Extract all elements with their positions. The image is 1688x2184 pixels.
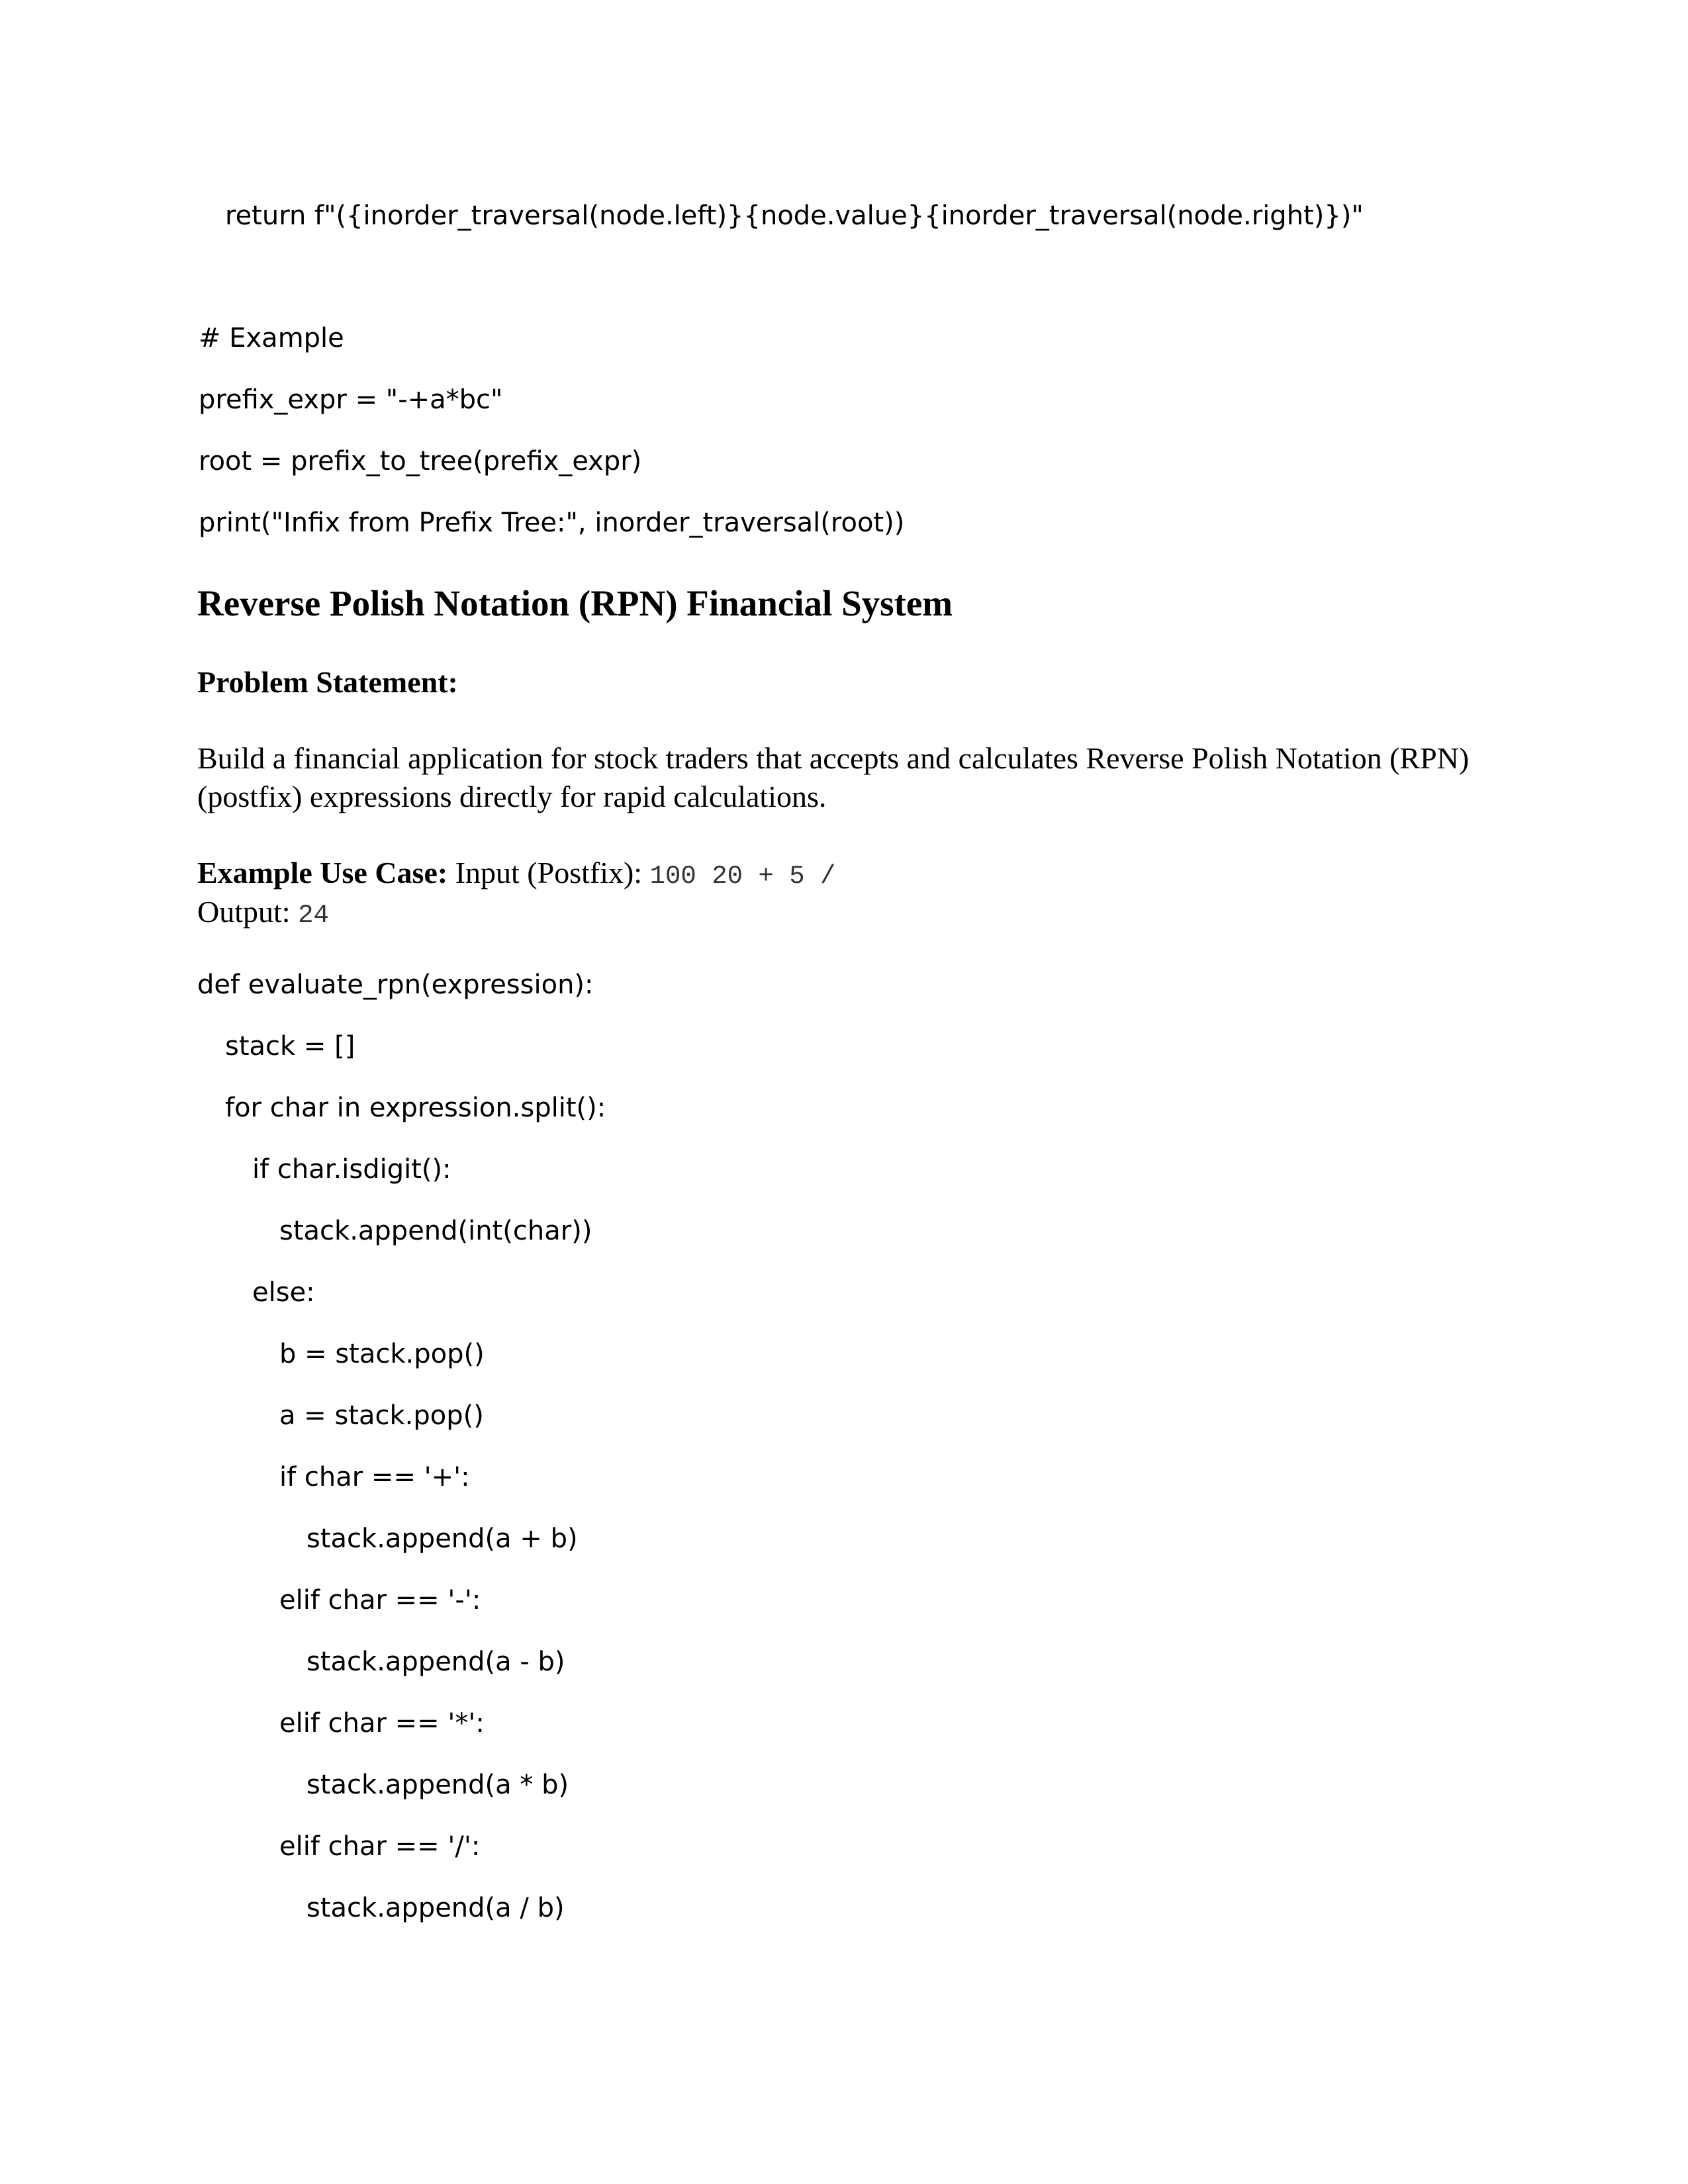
problem-statement: Build a financial application for stock … [197, 741, 1470, 813]
example-output: Output: 24 [197, 893, 329, 934]
code-line: stack.append(a * b) [306, 1770, 569, 1800]
code-line: stack.append(a / b) [306, 1893, 565, 1923]
problem-heading: Problem Statement: [197, 665, 458, 699]
code-line-print: print("Infix from Prefix Tree:", inorder… [199, 508, 905, 538]
output-value: 24 [298, 901, 329, 930]
code-line: b = stack.pop() [279, 1339, 485, 1369]
code-line: elif char == '*': [279, 1708, 485, 1739]
code-line: for char in expression.split(): [225, 1093, 606, 1123]
code-line: stack.append(a + b) [306, 1524, 578, 1554]
code-line: stack = [] [225, 1031, 355, 1062]
code-comment-example: # Example [199, 323, 344, 353]
code-line-root: root = prefix_to_tree(prefix_expr) [199, 446, 642, 477]
code-line: else: [252, 1277, 315, 1308]
example-use-case: Example Use Case: Input (Postfix): 100 2… [197, 854, 1495, 895]
code-line: if char == '+': [279, 1462, 470, 1492]
document-page: return f"({inorder_traversal(node.left)}… [0, 0, 1688, 2184]
output-label: Output: [197, 895, 299, 929]
use-case-label: Example Use Case: [197, 856, 448, 889]
code-line-prefix-expr: prefix_expr = "-+a*bc" [199, 385, 503, 415]
input-value: 100 20 + 5 / [649, 862, 836, 891]
section-title: Reverse Polish Notation (RPN) Financial … [197, 583, 953, 623]
code-line: elif char == '-': [279, 1585, 481, 1615]
input-label: Input (Postfix): [447, 856, 650, 889]
code-line-return: return f"({inorder_traversal(node.left)}… [225, 201, 1364, 231]
code-line: stack.append(a - b) [306, 1647, 565, 1677]
code-line: stack.append(int(char)) [279, 1216, 592, 1246]
code-line: def evaluate_rpn(expression): [197, 970, 594, 1000]
code-line: if char.isdigit(): [252, 1154, 451, 1185]
code-line: elif char == '/': [279, 1831, 481, 1862]
code-line: a = stack.pop() [279, 1400, 484, 1431]
